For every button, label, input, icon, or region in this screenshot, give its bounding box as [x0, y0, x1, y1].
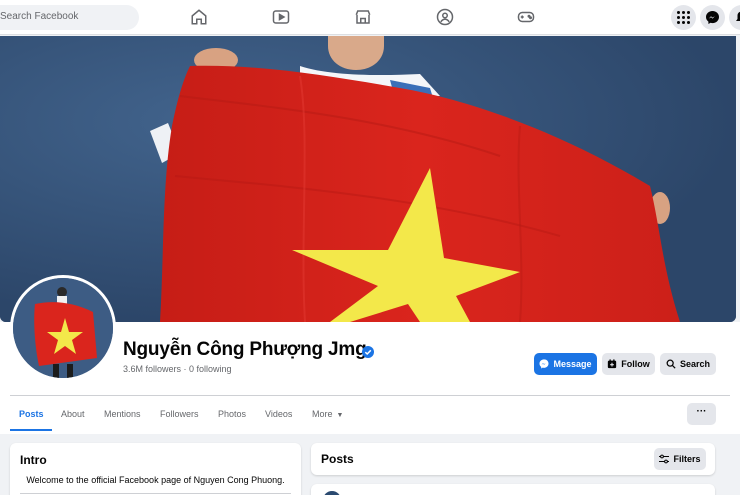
filters-button-label: Filters — [673, 454, 701, 464]
avatar — [13, 278, 113, 378]
follower-counts: 3.6M followers · 0 following — [123, 364, 232, 374]
filters-icon — [659, 454, 670, 464]
profile-picture[interactable] — [10, 275, 116, 381]
profile-divider — [10, 395, 730, 396]
search-icon — [666, 359, 676, 369]
message-button-label: Message — [553, 359, 592, 369]
tab-photos[interactable]: Photos — [218, 409, 246, 419]
chevron-down-icon: ▼ — [336, 412, 344, 419]
tab-posts[interactable]: Posts — [19, 409, 44, 419]
messenger-icon — [539, 359, 549, 369]
follow-icon — [608, 359, 617, 369]
followers-count[interactable]: 3.6M followers — [123, 364, 181, 374]
follow-button-label: Follow — [621, 359, 650, 369]
posts-title: Posts — [321, 452, 354, 466]
messenger-icon[interactable] — [700, 5, 725, 30]
more-options-button[interactable]: ··· — [687, 403, 716, 425]
post-author-avatar[interactable] — [323, 491, 341, 495]
tab-more[interactable]: More ▼ — [312, 409, 343, 419]
intro-divider — [20, 493, 291, 494]
tab-followers[interactable]: Followers — [160, 409, 199, 419]
posts-header-card: Posts Filters — [311, 443, 715, 475]
intro-text: Welcome to the official Facebook page of… — [26, 475, 285, 485]
intro-card: Intro Welcome to the official Facebook p… — [10, 443, 301, 495]
post-card — [311, 484, 715, 495]
tab-videos[interactable]: Videos — [265, 409, 292, 419]
watch-icon[interactable] — [272, 8, 290, 26]
filters-button[interactable]: Filters — [654, 448, 706, 470]
page-title: Nguyễn Công Phượng Jmg — [123, 339, 367, 360]
gaming-icon[interactable] — [517, 8, 535, 26]
intro-title: Intro — [20, 453, 47, 467]
menu-grid-icon[interactable] — [671, 5, 696, 30]
active-tab-indicator — [10, 429, 52, 431]
follow-button[interactable]: Follow — [602, 353, 655, 375]
search-placeholder: Search Facebook — [0, 11, 79, 22]
home-icon[interactable] — [190, 8, 208, 26]
top-navigation-bar: Search Facebook — [0, 0, 740, 35]
groups-icon[interactable] — [436, 8, 454, 26]
verified-badge-icon — [362, 345, 374, 358]
notifications-icon[interactable] — [729, 5, 740, 30]
search-button-label: Search — [679, 359, 711, 369]
search-input[interactable]: Search Facebook — [0, 5, 139, 30]
marketplace-icon[interactable] — [354, 8, 372, 26]
tab-mentions[interactable]: Mentions — [104, 409, 141, 419]
counts-separator: · — [181, 364, 190, 374]
message-button[interactable]: Message — [534, 353, 597, 375]
tab-more-label: More — [312, 409, 333, 419]
tab-about[interactable]: About — [61, 409, 85, 419]
search-button[interactable]: Search — [660, 353, 716, 375]
following-count[interactable]: 0 following — [189, 364, 232, 374]
